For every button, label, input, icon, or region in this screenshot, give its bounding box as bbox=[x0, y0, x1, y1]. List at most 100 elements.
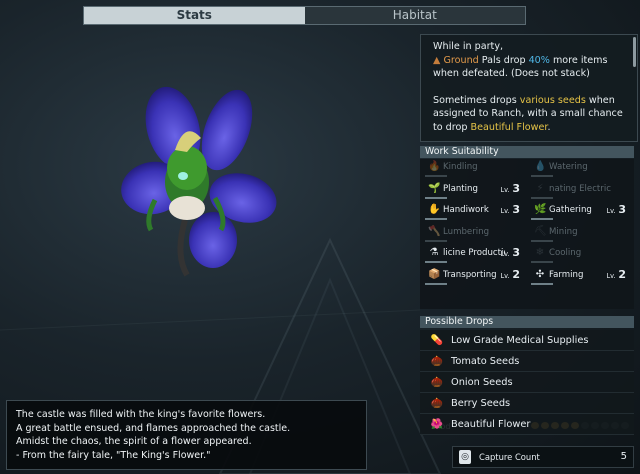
party-bonus-prefix: While in party, bbox=[433, 41, 504, 52]
work-item-underline bbox=[425, 175, 447, 177]
drop-item-label: Beautiful Flower bbox=[451, 419, 531, 430]
sprout-icon: 🌱 bbox=[428, 182, 441, 194]
work-item-label: Lumbering bbox=[443, 226, 490, 237]
lore-text-box: The castle was filled with the king's fa… bbox=[6, 400, 367, 470]
ranch-prefix: Sometimes drops bbox=[433, 94, 520, 106]
work-item-level: Lv. 3 bbox=[500, 246, 520, 261]
work-item-lumbering: 🪓 Lumbering bbox=[420, 224, 523, 244]
work-item-underline bbox=[531, 239, 553, 242]
work-item-underline bbox=[425, 261, 447, 263]
medical-supplies-icon: 💊 bbox=[430, 335, 444, 346]
lore-line: Amidst the chaos, the spirit of a flower… bbox=[16, 436, 252, 447]
seeds-keyword: various seeds bbox=[519, 94, 586, 106]
work-item-underline bbox=[531, 175, 553, 177]
lore-line: - From the fairy tale, "The King's Flowe… bbox=[16, 449, 211, 461]
work-item-underline bbox=[531, 261, 553, 263]
work-item-underline bbox=[425, 282, 447, 285]
ranch-drop-text: Sometimes drops various seeds when assig… bbox=[433, 94, 629, 135]
drop-item[interactable]: 🌰 Tomato Seeds bbox=[420, 351, 634, 372]
possible-drops-header: Possible Drops bbox=[420, 316, 634, 328]
work-item-licine-production: ⚗ licine ProductionLv. 3 bbox=[420, 245, 523, 265]
lore-line: The castle was filled with the king's fa… bbox=[16, 409, 266, 420]
work-item-label: Handiwork bbox=[443, 205, 489, 215]
tomato-seeds-icon: 🌰 bbox=[430, 356, 444, 367]
level-prefix: Lv. bbox=[500, 185, 510, 194]
work-item-label: nating Electricity bbox=[549, 183, 611, 194]
bonus-percent: 40% bbox=[528, 54, 550, 66]
drop-item[interactable]: 🌰 Onion Seeds bbox=[420, 372, 634, 393]
possible-drops-list: 💊 Low Grade Medical Supplies 🌰 Tomato Seeds… bbox=[420, 330, 634, 435]
onion-seeds-icon: 🌰 bbox=[430, 377, 444, 388]
level-number: 2 bbox=[618, 267, 626, 281]
work-item-level: Lv. 3 bbox=[500, 182, 520, 197]
level-number: 3 bbox=[512, 203, 520, 216]
work-suitability-grid: 🔥 Kindling 💧 Watering 🌱 Planting Lv. 3 ⚡ nating … bbox=[420, 159, 634, 431]
drop-item-label: Tomato Seeds bbox=[451, 356, 520, 367]
work-item-watering: 💧 Watering bbox=[526, 159, 629, 179]
flame-icon: 🔥 bbox=[428, 161, 441, 172]
medicine-icon: ⚗ bbox=[429, 247, 439, 258]
hand-icon: ✋ bbox=[428, 204, 441, 215]
pickaxe-icon: ⛏ bbox=[534, 225, 547, 237]
level-number: 3 bbox=[512, 181, 520, 195]
capture-count-box: ◎ Capture Count 5 bbox=[452, 446, 634, 468]
drop-item-label: Low Grade Medical Supplies bbox=[451, 335, 589, 346]
work-item-label: Cooling bbox=[549, 248, 582, 258]
box-icon: 📦 bbox=[428, 268, 441, 280]
party-bonus-text: While in party, ▲ Ground Pals drop 40% m… bbox=[433, 40, 629, 81]
tab-stats[interactable]: Stats bbox=[84, 7, 305, 24]
tab-bar: Stats Habitat bbox=[83, 6, 526, 25]
work-item-underline bbox=[425, 196, 447, 199]
berry-seeds-icon: 🌰 bbox=[430, 398, 444, 409]
partner-skill-description: While in party, ▲ Ground Pals drop 40% m… bbox=[420, 34, 638, 142]
party-bonus-mid: Pals drop bbox=[478, 54, 529, 66]
drop-item-label: Onion Seeds bbox=[451, 377, 513, 388]
drop-item[interactable]: 🌺 Beautiful Flower bbox=[420, 414, 634, 435]
flower-icon: 🌺 bbox=[430, 419, 444, 430]
work-item-label: Farming bbox=[549, 269, 584, 280]
tab-habitat[interactable]: Habitat bbox=[304, 7, 525, 24]
work-item-level: Lv. 2 bbox=[500, 268, 520, 283]
work-item-label: Planting bbox=[443, 183, 478, 194]
work-item-transporting: 📦 Transporting Lv. 2 bbox=[420, 267, 523, 287]
ground-element-icon: ▲ bbox=[433, 54, 441, 66]
lore-line: A great battle ensued, and flames approa… bbox=[16, 422, 291, 434]
level-prefix: Lv. bbox=[500, 207, 510, 215]
work-item-label: Gathering bbox=[549, 205, 592, 215]
drop-item-label: Berry Seeds bbox=[451, 398, 511, 409]
work-item-label: licine Production bbox=[443, 248, 505, 258]
work-item-planting: 🌱 Planting Lv. 3 bbox=[420, 181, 523, 201]
info-panel: While in party, ▲ Ground Pals drop 40% m… bbox=[420, 34, 638, 474]
level-prefix: Lv. bbox=[606, 271, 616, 280]
work-item-level: Lv. 3 bbox=[606, 203, 626, 218]
drop-item[interactable]: 💊 Low Grade Medical Supplies bbox=[420, 330, 634, 351]
capture-count-label: Capture Count bbox=[479, 452, 540, 462]
work-item-kindling: 🔥 Kindling bbox=[420, 159, 523, 179]
work-item-underline bbox=[531, 282, 553, 285]
work-item-label: Transporting bbox=[443, 269, 497, 280]
level-number: 2 bbox=[512, 267, 520, 281]
snowflake-icon: ❄ bbox=[535, 247, 545, 258]
description-scrollbar[interactable] bbox=[633, 37, 636, 67]
work-item-underline bbox=[425, 239, 447, 242]
droplet-icon: 💧 bbox=[534, 161, 547, 172]
work-suitability-header: Work Suitability bbox=[420, 146, 634, 158]
work-item-label: Watering bbox=[549, 162, 588, 172]
work-item-label: Mining bbox=[549, 226, 578, 237]
work-item-underline bbox=[425, 218, 447, 220]
work-item-level: Lv. 2 bbox=[606, 268, 626, 283]
pal-creature-illustration bbox=[121, 86, 277, 277]
work-item-mining: ⛏ Mining bbox=[526, 224, 629, 244]
level-number: 3 bbox=[618, 203, 626, 216]
work-item-underline bbox=[531, 196, 553, 199]
axe-icon: 🪓 bbox=[428, 225, 441, 237]
level-number: 3 bbox=[512, 246, 520, 259]
leaf-icon: 🌿 bbox=[534, 204, 547, 215]
work-item-cooling: ❄ Cooling bbox=[526, 245, 629, 265]
drop-item[interactable]: 🌰 Berry Seeds bbox=[420, 393, 634, 414]
work-item-nating-electricity: ⚡ nating Electricity bbox=[526, 181, 629, 201]
ranch-suffix: . bbox=[547, 121, 551, 133]
farming-icon: ✣ bbox=[535, 268, 545, 280]
flower-keyword: Beautiful Flower bbox=[470, 121, 548, 133]
work-item-level: Lv. 3 bbox=[500, 203, 520, 218]
